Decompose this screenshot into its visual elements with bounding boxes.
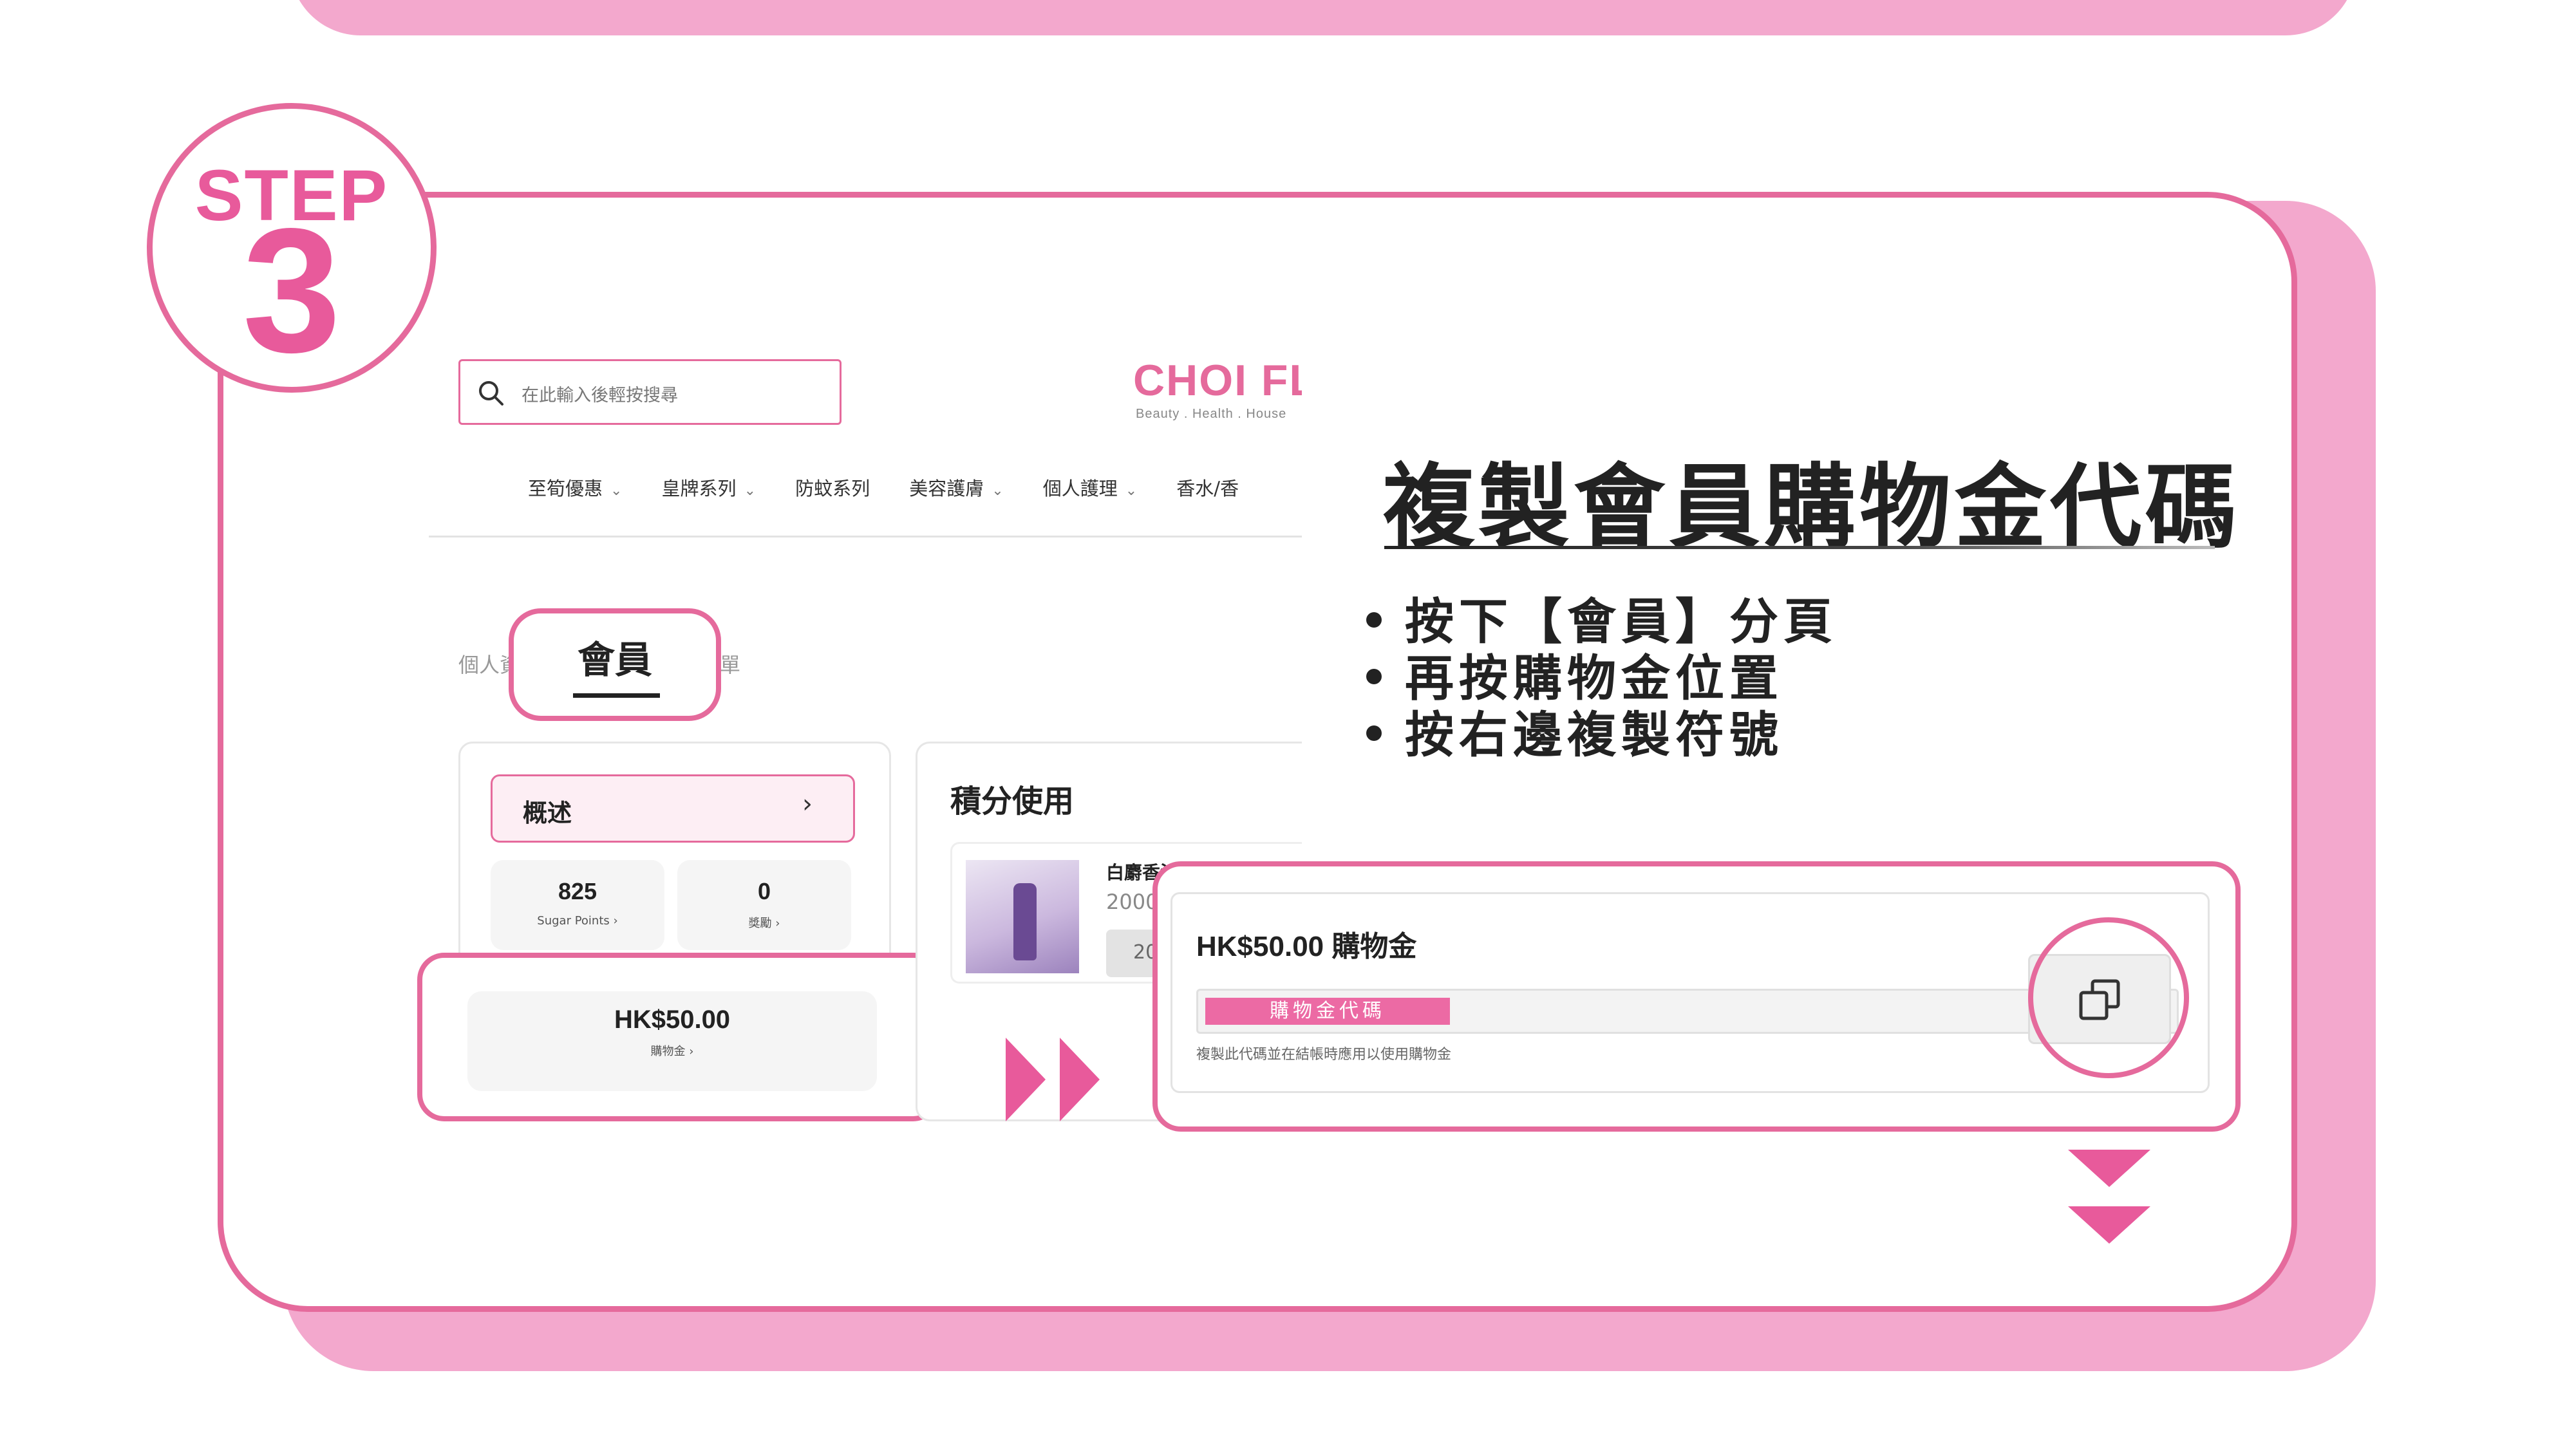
top-decorative-strip [290,0,2356,35]
rewards-label: 獎勵 › [748,917,780,930]
shopping-credit-card[interactable]: HK$50.00 購物金 › [467,991,877,1091]
chevron-down-icon: ⌄ [610,483,623,499]
tab-member[interactable]: 會員 [509,630,721,684]
bullet-dot-icon [1366,725,1382,741]
nav-item-deals[interactable]: 至筍優惠 ⌄ [528,474,622,501]
coupon-amount: HK$50.00 [614,1005,731,1034]
rewards-value: 0 [757,878,771,904]
copy-button-highlight [2028,917,2189,1078]
bullet-dot-icon [1366,669,1382,684]
sugar-points-card[interactable]: 825 Sugar Points › [491,860,664,950]
forward-arrows-icon [1006,1038,1100,1121]
tab-orders[interactable]: 單 [720,649,740,678]
chevron-down-icon: ⌄ [992,483,1004,499]
chevron-down-icon: ⌄ [1125,483,1138,499]
nav-item-signature[interactable]: 皇牌系列 ⌄ [662,474,756,501]
search-icon [479,381,503,406]
redeem-title: 積分使用 [950,783,1075,819]
active-tab-underline [573,693,660,698]
points-value: 825 [558,878,597,904]
down-arrows-icon [2068,1150,2150,1244]
nav-item-skincare[interactable]: 美容護膚 ⌄ [909,474,1003,501]
main-nav: 至筍優惠 ⌄ 皇牌系列 ⌄ 防蚊系列 美容護膚 ⌄ 個人護理 ⌄ 香水/香 [528,474,1302,506]
logo-tagline: Beauty . Health . House [1136,407,1287,421]
overview-label: 概述 [523,799,572,827]
bullet-dot-icon [1366,612,1382,628]
coupon-code-value: 購物金代碼 [1205,998,1450,1025]
product-bottle-shape [1013,883,1037,960]
product-points: 2000 [1106,890,1159,914]
coupon-code-amount: HK$50.00 購物金 [1196,931,1417,962]
nav-item-fragrance[interactable]: 香水/香 [1176,474,1239,501]
search-placeholder: 在此輸入後輕按搜尋 [522,386,678,406]
chevron-right-icon: › [802,789,813,819]
coupon-code-hint: 複製此代碼並在結帳時應用以使用購物金 [1196,1047,1452,1063]
instruction-bullet: 按右邊複製符號 [1366,695,1783,766]
nav-item-mosquito[interactable]: 防蚊系列 [795,474,870,501]
rewards-card[interactable]: 0 獎勵 › [677,860,851,950]
step-badge: STEP 3 [147,103,437,393]
step-number: 3 [242,192,341,389]
heading-underline [1384,546,2215,549]
coupon-label: 購物金 › [650,1045,694,1058]
chevron-down-icon: ⌄ [744,483,756,499]
points-label: Sugar Points › [537,914,618,928]
site-logo[interactable]: CHOI FL Beauty . Health . House [1133,355,1302,433]
nav-divider [429,536,1302,538]
logo-name: CHOI FL [1133,356,1302,405]
nav-item-personal-care[interactable]: 個人護理 ⌄ [1043,474,1137,501]
